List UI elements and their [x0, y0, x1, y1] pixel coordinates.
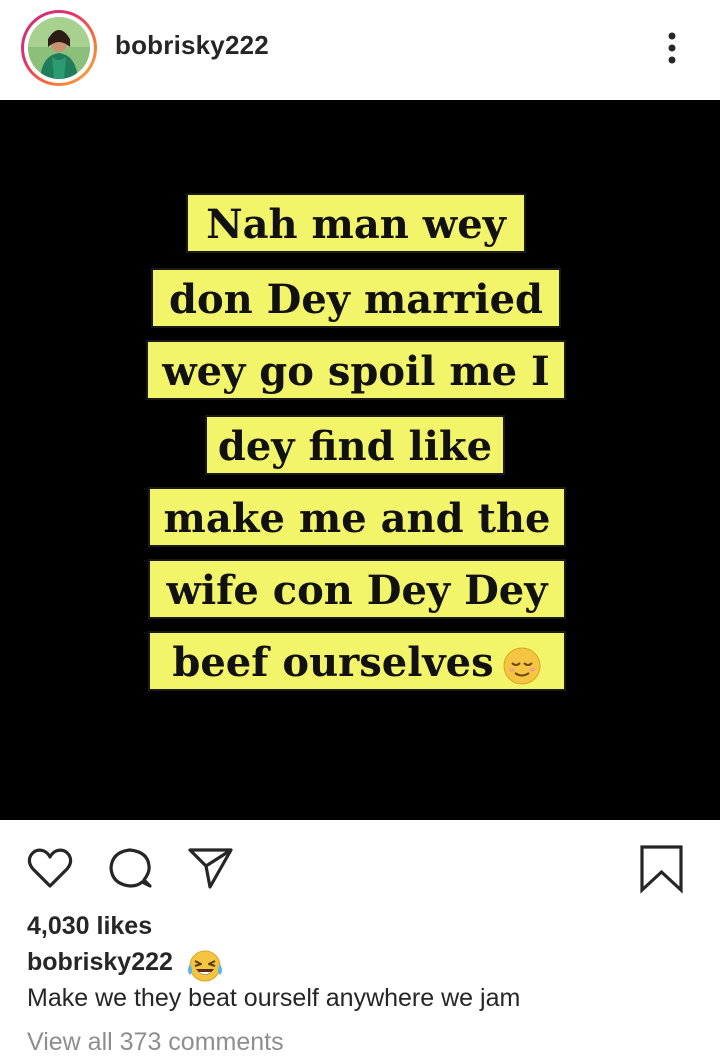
send-icon[interactable] [184, 842, 236, 894]
view-comments-link[interactable]: View all 373 comments [27, 1028, 284, 1057]
caption-username[interactable]: bobrisky222 [27, 948, 173, 977]
avatar-image [28, 17, 90, 79]
action-bar [0, 820, 720, 910]
meme-text-line: make me and the [148, 487, 566, 547]
meme-text-line: dey find like [205, 415, 505, 475]
post-image[interactable]: Nah man wey don Dey married wey go spoil… [0, 100, 720, 820]
caption-text: Make we they beat ourself anywhere we ja… [27, 984, 521, 1012]
more-options-icon[interactable] [652, 26, 692, 70]
meme-text-line: beef ourselves [148, 631, 566, 691]
post-header: bobrisky222 [0, 0, 720, 100]
laughing-tears-emoji [186, 947, 224, 985]
bookmark-icon[interactable] [636, 842, 688, 894]
meme-text-line: Nah man wey [186, 193, 526, 253]
likes-count[interactable]: 4,030 likes [27, 912, 152, 941]
meme-text-line: wey go spoil me I [146, 340, 566, 400]
relieved-face-emoji [502, 643, 542, 685]
comment-icon[interactable] [104, 842, 156, 894]
avatar-border [24, 13, 94, 83]
meme-text-line: don Dey married [151, 268, 561, 328]
meme-text-line: wife con Dey Dey [148, 559, 566, 619]
post-username[interactable]: bobrisky222 [115, 30, 269, 61]
avatar[interactable] [21, 10, 97, 86]
heart-icon[interactable] [24, 842, 76, 894]
